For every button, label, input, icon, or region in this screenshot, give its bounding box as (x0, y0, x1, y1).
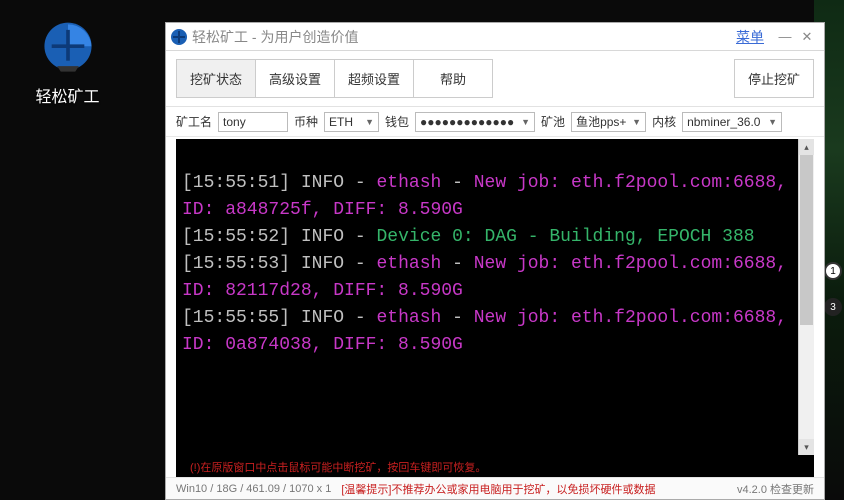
chevron-down-icon: ▼ (365, 117, 374, 127)
kernel-select-value: nbminer_36.0 (687, 115, 760, 129)
console-area: . [15:55:51] INFO - ethash - New job: et… (176, 139, 814, 455)
chevron-down-icon: ▼ (768, 117, 777, 127)
tab-overclock-settings[interactable]: 超频设置 (334, 59, 414, 98)
tab-advanced-settings[interactable]: 高级设置 (255, 59, 335, 98)
scrollbar-thumb[interactable] (800, 155, 813, 325)
pool-select-value: 鱼池pps+ (576, 113, 626, 130)
kernel-select[interactable]: nbminer_36.0 ▼ (682, 112, 782, 132)
chevron-down-icon: ▼ (632, 117, 641, 127)
window-title: 轻松矿工 - 为用户创造价值 (192, 27, 358, 47)
side-badges: 1 3 (824, 262, 842, 316)
coin-label: 币种 (294, 113, 318, 130)
status-system: Win10 / 18G / 461.09 / 1070 x 1 (176, 483, 331, 495)
worker-label: 矿工名 (176, 113, 212, 130)
app-window: 轻松矿工 - 为用户创造价值 菜单 — ✕ 挖矿状态 高级设置 超频设置 帮助 … (165, 22, 825, 500)
desktop-shortcut-label: 轻松矿工 (35, 83, 99, 107)
pool-label: 矿池 (541, 113, 565, 130)
status-warning: [温馨提示]不推荐办公或家用电脑用于挖矿，以免损坏硬件或数据 (341, 481, 655, 497)
minimize-button[interactable]: — (774, 28, 796, 46)
pool-select[interactable]: 鱼池pps+ ▼ (571, 112, 646, 132)
scrollbar-track[interactable] (799, 155, 814, 439)
config-row: 矿工名 币种 ETH ▼ 钱包 ●●●●●●●●●●●●● ▼ 矿池 鱼池pps… (166, 107, 824, 137)
menu-link[interactable]: 菜单 (736, 27, 764, 47)
console-hint: (!)在原版窗口中点击鼠标可能中断挖矿，按回车键即可恢复。 (176, 455, 814, 477)
coin-select[interactable]: ETH ▼ (324, 112, 379, 132)
stop-mining-button[interactable]: 停止挖矿 (734, 59, 814, 98)
console-output: . [15:55:51] INFO - ethash - New job: et… (176, 139, 798, 455)
toolbar: 挖矿状态 高级设置 超频设置 帮助 停止挖矿 (166, 51, 824, 107)
kernel-label: 内核 (652, 113, 676, 130)
titlebar-app-icon (170, 28, 188, 46)
worker-input[interactable] (218, 112, 288, 132)
wallet-label: 钱包 (385, 113, 409, 130)
app-icon (39, 19, 97, 77)
scroll-up-button[interactable]: ▴ (799, 139, 814, 155)
close-button[interactable]: ✕ (796, 28, 818, 46)
console-scrollbar[interactable]: ▴ ▾ (798, 139, 814, 455)
titlebar: 轻松矿工 - 为用户创造价值 菜单 — ✕ (166, 23, 824, 51)
side-badge-2[interactable]: 3 (824, 298, 842, 316)
tab-mining-status[interactable]: 挖矿状态 (176, 59, 256, 98)
tab-help[interactable]: 帮助 (413, 59, 493, 98)
status-version[interactable]: v4.2.0 检查更新 (737, 481, 814, 497)
chevron-down-icon: ▼ (521, 117, 530, 127)
side-badge-1[interactable]: 1 (824, 262, 842, 280)
wallet-select-value: ●●●●●●●●●●●●● (420, 115, 514, 129)
wallet-select[interactable]: ●●●●●●●●●●●●● ▼ (415, 112, 535, 132)
coin-select-value: ETH (329, 115, 353, 129)
scroll-down-button[interactable]: ▾ (799, 439, 814, 455)
statusbar: Win10 / 18G / 461.09 / 1070 x 1 [温馨提示]不推… (166, 477, 824, 499)
desktop-shortcut[interactable]: 轻松矿工 (10, 15, 125, 110)
